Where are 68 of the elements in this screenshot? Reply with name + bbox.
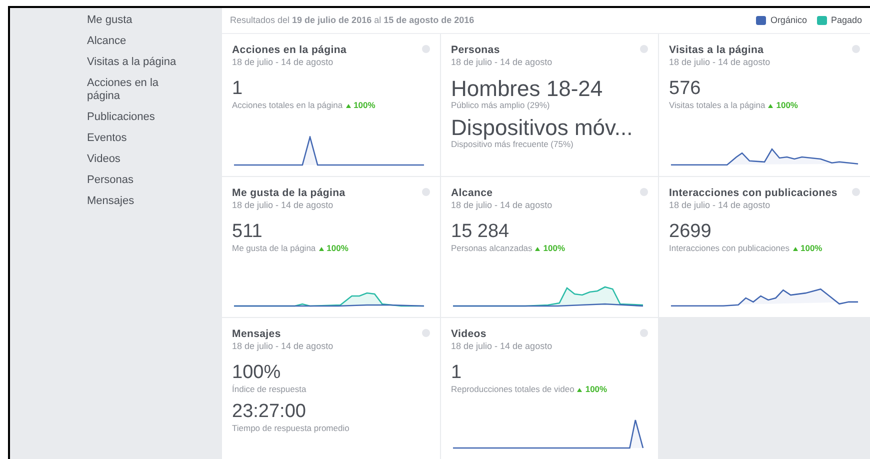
metric-value: 1 bbox=[232, 78, 244, 100]
card-title: Videos bbox=[451, 328, 486, 341]
info-icon[interactable] bbox=[640, 45, 648, 53]
up-triangle-icon bbox=[346, 104, 351, 108]
metric-label: Personas alcanzadas bbox=[451, 243, 532, 254]
metric-value: 2699 bbox=[669, 221, 712, 243]
metric-label: Me gusta de la página bbox=[232, 243, 316, 254]
metric-value: Hombres 18-24 bbox=[451, 78, 604, 100]
card-title: Visitas a la página bbox=[669, 44, 764, 57]
change-percent: 100% bbox=[800, 243, 822, 254]
info-icon[interactable] bbox=[640, 329, 648, 337]
metric-label: Acciones totales en la página bbox=[232, 100, 343, 111]
metric-label: Índice de respuesta bbox=[232, 384, 306, 395]
card-title: Interacciones con publicaciones bbox=[669, 187, 838, 200]
card-title: Acciones en la página bbox=[232, 44, 346, 57]
date-range: 18 de julio - 14 de agosto bbox=[232, 200, 334, 211]
change-percent: 100% bbox=[354, 100, 376, 111]
metric-label: Interacciones con publicaciones bbox=[669, 243, 790, 254]
date-range: 18 de julio - 14 de agosto bbox=[451, 57, 554, 68]
date-range: 18 de julio - 14 de agosto bbox=[451, 341, 554, 352]
date-range: 18 de julio - 14 de agosto bbox=[451, 200, 554, 211]
date-range: 18 de julio - 14 de agosto bbox=[669, 200, 772, 211]
up-triangle-icon bbox=[535, 246, 540, 250]
metric-value: 1 bbox=[451, 362, 463, 384]
metric-label: Dispositivo más frecuente (75%) bbox=[451, 139, 574, 150]
info-icon[interactable] bbox=[640, 188, 648, 196]
results-range: Resultados del 19 de julio de 2016 al 15 de agosto de 2016 bbox=[230, 14, 474, 27]
sidebar-item[interactable]: Mensajes bbox=[87, 191, 182, 212]
metric-label: Reproducciones totales de video bbox=[451, 384, 574, 395]
metric-label: Público más amplio (29%) bbox=[451, 100, 550, 111]
metric-value: 15 284 bbox=[451, 221, 510, 243]
metric-label: Visitas totales a la página bbox=[669, 100, 766, 111]
info-icon[interactable] bbox=[422, 329, 430, 337]
metric-value: 100% bbox=[232, 362, 282, 384]
legend-label: Pagado bbox=[830, 14, 862, 27]
up-triangle-icon bbox=[768, 104, 774, 108]
change-percent: 100% bbox=[543, 243, 566, 254]
sidebar-item[interactable]: Personas bbox=[87, 170, 182, 191]
metric-value: 511 bbox=[232, 221, 264, 243]
sidebar-item[interactable]: Visitas a la página bbox=[87, 52, 182, 73]
sidebar-item[interactable]: Alcance bbox=[87, 31, 182, 52]
date-range: 18 de julio - 14 de agosto bbox=[232, 57, 334, 68]
card-title: Me gusta de la página bbox=[232, 187, 346, 200]
metric-value: 576 bbox=[669, 78, 702, 100]
metric-label: Tiempo de respuesta promedio bbox=[232, 423, 350, 434]
sidebar-item[interactable]: Me gusta bbox=[87, 10, 182, 31]
sidebar-item[interactable]: Videos bbox=[87, 149, 182, 170]
change-percent: 100% bbox=[326, 243, 348, 254]
sidebar-item[interactable]: Eventos bbox=[87, 128, 182, 149]
info-icon[interactable] bbox=[852, 45, 860, 53]
legend-label: Orgánico bbox=[770, 14, 807, 27]
up-triangle-icon bbox=[318, 246, 324, 250]
card-title: Alcance bbox=[451, 187, 493, 200]
change-percent: 100% bbox=[776, 100, 798, 111]
change-percent: 100% bbox=[585, 384, 608, 395]
up-triangle-icon bbox=[792, 246, 798, 250]
metric-value: Dispositivos móv... bbox=[451, 117, 634, 139]
card-title: Personas bbox=[451, 44, 500, 57]
info-icon[interactable] bbox=[422, 188, 430, 196]
sidebar-item[interactable]: Publicaciones bbox=[87, 107, 182, 128]
info-icon[interactable] bbox=[422, 45, 430, 53]
sidebar-item[interactable]: Acciones en la página bbox=[87, 73, 182, 107]
metric-value: 23:27:00 bbox=[232, 401, 307, 423]
date-range: 18 de julio - 14 de agosto bbox=[669, 57, 772, 68]
date-range: 18 de julio - 14 de agosto bbox=[232, 341, 334, 352]
info-icon[interactable] bbox=[852, 188, 860, 196]
card-title: Mensajes bbox=[232, 328, 281, 341]
up-triangle-icon bbox=[577, 388, 582, 392]
